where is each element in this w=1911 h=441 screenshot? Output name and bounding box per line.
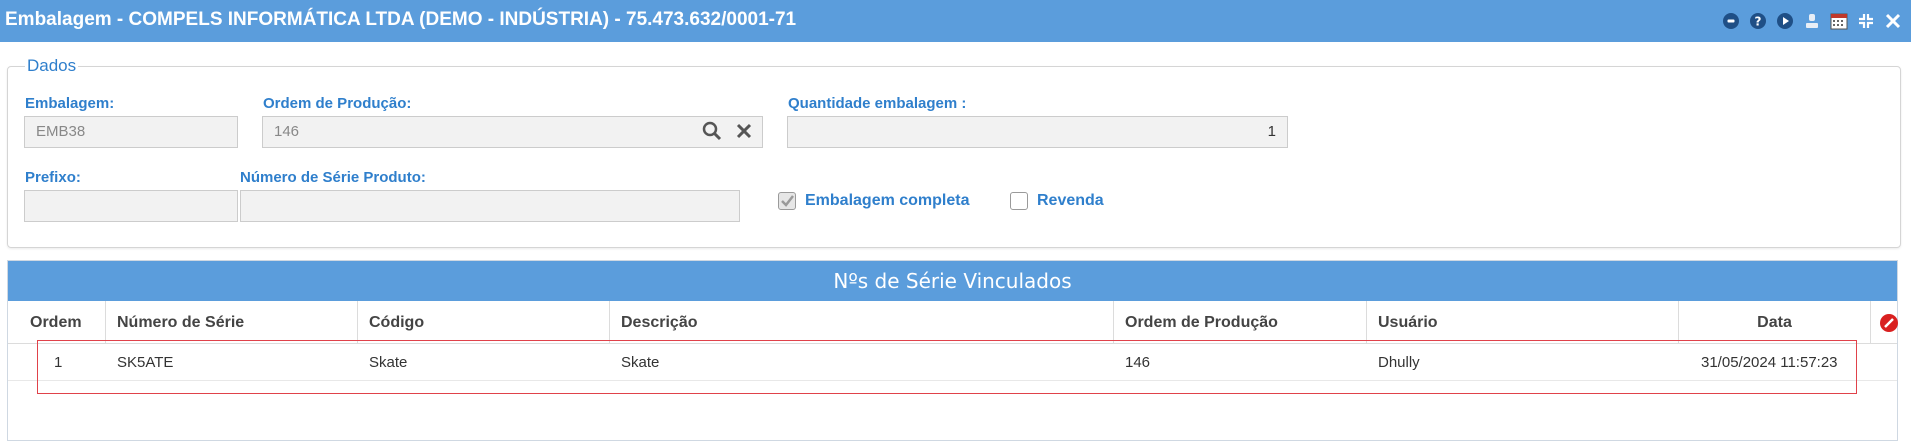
revenda-checkbox[interactable]: Revenda	[1010, 192, 1104, 210]
quantidade-label: Quantidade embalagem :	[788, 95, 967, 112]
grid-title: Nºs de Série Vinculados	[8, 261, 1897, 301]
cell-data: 31/05/2024 11:57:23	[1701, 354, 1838, 371]
col-header-descricao[interactable]: Descrição	[610, 301, 1114, 344]
embalagem-field[interactable]: EMB38	[24, 116, 238, 148]
ordem-producao-field[interactable]: 146	[262, 116, 763, 148]
window-titlebar: Embalagem - COMPELS INFORMÁTICA LTDA (DE…	[0, 0, 1911, 42]
cell-usuario: Dhully	[1378, 354, 1420, 371]
help-icon[interactable]: ?	[1748, 11, 1768, 31]
embalagem-label: Embalagem:	[25, 95, 115, 112]
numero-serie-label: Número de Série Produto:	[240, 169, 426, 186]
ordem-producao-label: Ordem de Produção:	[263, 95, 412, 112]
quantidade-field[interactable]: 1	[787, 116, 1288, 148]
record-icon[interactable]	[1721, 11, 1741, 31]
prefixo-label: Prefixo:	[25, 169, 81, 186]
svg-text:?: ?	[1755, 15, 1762, 29]
cell-codigo: Skate	[369, 354, 408, 371]
window-controls: ?	[1721, 11, 1903, 31]
clear-icon[interactable]	[736, 123, 752, 144]
col-header-data[interactable]: Data	[1679, 301, 1871, 344]
dados-legend: Dados	[25, 56, 79, 76]
col-header-codigo[interactable]: Código	[358, 301, 610, 344]
prefixo-field[interactable]	[24, 190, 238, 222]
play-icon[interactable]	[1775, 11, 1795, 31]
ordem-producao-actions	[702, 121, 752, 146]
calendar-icon[interactable]	[1829, 11, 1849, 31]
search-icon[interactable]	[702, 121, 722, 146]
col-header-numero-serie[interactable]: Número de Série	[106, 301, 358, 344]
embalagem-completa-label: Embalagem completa	[805, 192, 970, 209]
table-row[interactable]: 1 SK5ATE Skate Skate 146 Dhully 31/05/20…	[8, 345, 1897, 381]
embalagem-completa-checkbox[interactable]: Embalagem completa	[778, 192, 970, 210]
collapse-icon[interactable]	[1856, 11, 1876, 31]
edit-icon[interactable]	[1879, 313, 1899, 338]
col-header-ordem[interactable]: Ordem	[8, 301, 106, 344]
close-icon[interactable]	[1883, 11, 1903, 31]
user-icon[interactable]	[1802, 11, 1822, 31]
checkbox-empty-icon	[1010, 192, 1028, 210]
checkbox-checked-icon	[778, 192, 796, 210]
revenda-label: Revenda	[1037, 192, 1104, 209]
grid-header-row: Ordem Número de Série Código Descrição O…	[8, 301, 1899, 344]
cell-descricao: Skate	[621, 354, 660, 371]
numero-serie-field[interactable]	[240, 190, 740, 222]
series-grid: Nºs de Série Vinculados Ordem Número de …	[7, 260, 1898, 441]
cell-ordem: 1	[54, 354, 63, 371]
col-header-usuario[interactable]: Usuário	[1367, 301, 1679, 344]
col-header-ordem-producao[interactable]: Ordem de Produção	[1114, 301, 1367, 344]
cell-ordem-producao: 146	[1125, 354, 1151, 371]
window-title: Embalagem - COMPELS INFORMÁTICA LTDA (DE…	[5, 9, 797, 30]
cell-numero-serie: SK5ATE	[117, 354, 174, 371]
